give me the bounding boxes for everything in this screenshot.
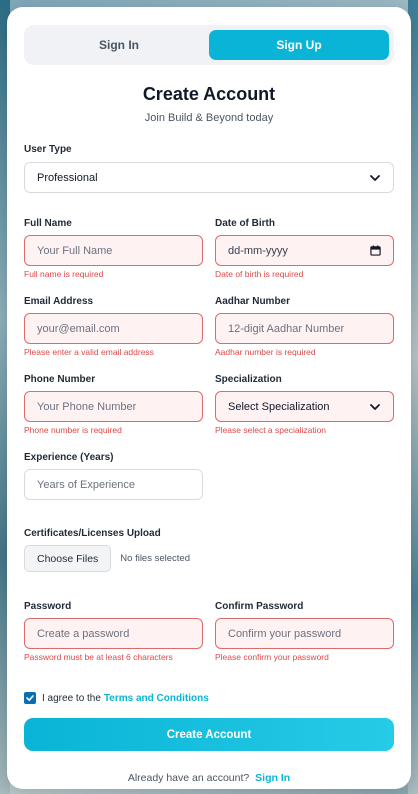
upload-group: Certificates/Licenses Upload Choose File… [24, 528, 394, 572]
check-icon [26, 695, 34, 701]
page-title: Create Account [142, 84, 276, 104]
confirm-password-placeholder: Confirm your password [228, 627, 342, 640]
name-dob-row: Full Name Your Full Name Full name is re… [24, 218, 394, 279]
phone-error: Phone number is required [24, 425, 122, 435]
upload-label: Certificates/Licenses Upload [24, 528, 161, 539]
terms-text: I agree to the [42, 692, 101, 704]
password-input[interactable]: Create a password [24, 618, 203, 649]
dob-placeholder: dd-mm-yyyy [228, 244, 288, 257]
email-error: Please enter a valid email address [24, 347, 154, 357]
signup-card: Sign In Sign Up Create Account Join Buil… [7, 7, 411, 789]
footer-text: Already have an account? [127, 772, 250, 784]
specialization-error: Please select a specialization [215, 425, 327, 435]
experience-input[interactable]: Years of Experience [24, 469, 203, 500]
dob-error: Date of birth is required [215, 269, 304, 279]
tab-sign-in[interactable]: Sign In [29, 30, 209, 60]
aadhar-input[interactable]: 12-digit Aadhar Number [215, 313, 394, 344]
password-placeholder: Create a password [37, 627, 130, 640]
chevron-down-icon [370, 403, 380, 410]
auth-tabs: Sign In Sign Up [24, 25, 394, 65]
phone-input[interactable]: Your Phone Number [24, 391, 203, 422]
experience-row: Experience (Years) Years of Experience [24, 452, 394, 500]
sign-in-link[interactable]: Sign In [255, 772, 290, 784]
full-name-placeholder: Your Full Name [37, 244, 113, 257]
phone-label: Phone Number [24, 374, 96, 385]
experience-label: Experience (Years) [24, 452, 114, 463]
user-type-value: Professional [37, 171, 98, 184]
specialization-value: Select Specialization [228, 400, 330, 413]
confirm-password-label: Confirm Password [215, 601, 304, 612]
terms-checkbox[interactable] [24, 692, 36, 704]
terms-link[interactable]: Terms and Conditions [104, 693, 209, 704]
user-type-label: User Type [24, 144, 72, 155]
calendar-icon[interactable] [370, 245, 381, 256]
choose-files-button[interactable]: Choose Files [24, 545, 112, 572]
dob-label: Date of Birth [215, 218, 275, 229]
create-account-button[interactable]: Create Account [24, 718, 394, 751]
full-name-input[interactable]: Your Full Name [24, 235, 203, 266]
phone-specialization-row: Phone Number Your Phone Number Phone num… [24, 374, 394, 435]
terms-agreement: I agree to the Terms and Conditions [24, 692, 394, 704]
full-name-error: Full name is required [24, 269, 104, 279]
email-aadhar-row: Email Address your@email.com Please ente… [24, 296, 394, 357]
email-input[interactable]: your@email.com [24, 313, 203, 344]
full-name-label: Full Name [24, 218, 72, 229]
aadhar-label: Aadhar Number [215, 296, 291, 307]
tab-sign-up[interactable]: Sign Up [209, 30, 389, 60]
aadhar-error: Aadhar number is required [215, 347, 316, 357]
email-label: Email Address [24, 296, 94, 307]
phone-placeholder: Your Phone Number [37, 400, 137, 413]
specialization-select[interactable]: Select Specialization [215, 391, 394, 422]
confirm-password-input[interactable]: Confirm your password [215, 618, 394, 649]
email-placeholder: your@email.com [37, 322, 120, 335]
signin-prompt: Already have an account? Sign In [24, 772, 394, 784]
chevron-down-icon [370, 174, 380, 181]
password-row: Password Create a password Password must… [24, 601, 394, 662]
experience-placeholder: Years of Experience [37, 478, 136, 491]
password-label: Password [24, 601, 72, 612]
confirm-password-error: Please confirm your password [215, 652, 329, 662]
user-type-select[interactable]: Professional [24, 162, 394, 193]
specialization-label: Specialization [215, 374, 282, 385]
page-subtitle: Join Build & Beyond today [144, 112, 274, 124]
user-type-group: User Type Professional [24, 144, 394, 193]
dob-input[interactable]: dd-mm-yyyy [215, 235, 394, 266]
password-error: Password must be at least 6 characters [24, 652, 173, 662]
aadhar-placeholder: 12-digit Aadhar Number [228, 322, 345, 335]
file-status: No files selected [120, 553, 190, 564]
